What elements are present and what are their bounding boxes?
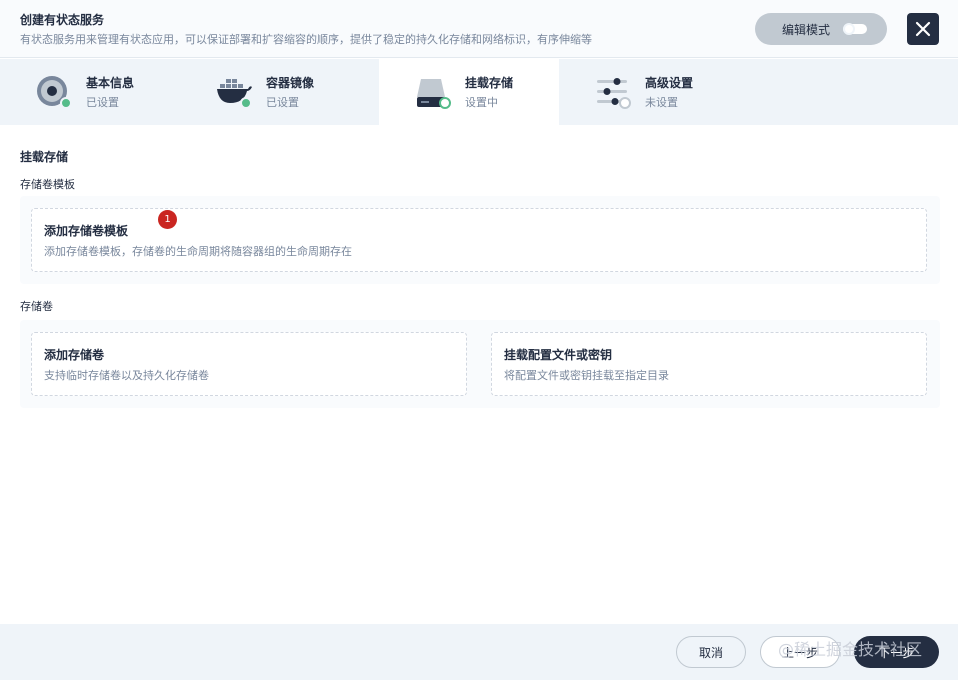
volume-templates-group: 添加存储卷模板 添加存储卷模板，存储卷的生命周期将随容器组的生命周期存在 [20,196,940,284]
edit-mode-button[interactable]: 编辑模式 [755,13,887,45]
step-tabs: 基本信息 已设置 容器镜像 已设置 挂载存储 设置中 高级设置 未设置 [0,59,958,125]
cancel-button[interactable]: 取消 [676,636,746,668]
step-name: 容器镜像 [266,76,315,90]
modal-footer: 取消 上一步 下一步 [0,624,958,680]
edit-mode-toggle[interactable] [843,23,867,35]
previous-step-button[interactable]: 上一步 [760,636,840,668]
close-button[interactable] [907,13,939,45]
step-name: 基本信息 [86,76,135,90]
docker-icon [216,75,252,111]
status-done-dot [240,97,252,109]
card-description: 将配置文件或密钥挂载至指定目录 [504,369,669,382]
next-step-button[interactable]: 下一步 [854,636,939,668]
card-title: 挂载配置文件或密钥 [504,348,613,362]
step-basic-info[interactable]: 基本信息 已设置 [0,59,180,125]
card-title: 添加存储卷 [44,348,105,362]
status-pending-dot [619,97,631,109]
step-status: 设置中 [465,96,498,109]
close-icon [915,21,931,37]
edit-mode-label: 编辑模式 [782,22,831,37]
storage-icon [415,75,451,111]
step-name: 高级设置 [645,76,694,90]
toggle-knob [843,23,855,35]
section-title: 挂载存储 [20,150,69,164]
step-mount-storage[interactable]: 挂载存储 设置中 [379,59,559,125]
volume-templates-label: 存储卷模板 [20,178,75,191]
settings-sliders-icon [595,75,631,111]
volumes-group: 添加存储卷 支持临时存储卷以及持久化存储卷 挂载配置文件或密钥 将配置文件或密钥… [20,320,940,408]
card-description: 添加存储卷模板，存储卷的生命周期将随容器组的生命周期存在 [44,245,352,258]
modal-description: 有状态服务用来管理有状态应用，可以保证部署和扩容缩容的顺序，提供了稳定的持久化存… [20,33,592,46]
notification-badge: 1 [158,210,177,229]
step-status: 未设置 [645,96,678,109]
card-description: 支持临时存储卷以及持久化存储卷 [44,369,209,382]
step-advanced-settings[interactable]: 高级设置 未设置 [559,59,739,125]
card-title: 添加存储卷模板 [44,224,129,238]
step-status: 已设置 [266,96,299,109]
step-status: 已设置 [86,96,119,109]
step-container-image[interactable]: 容器镜像 已设置 [180,59,360,125]
basic-info-icon [36,75,72,111]
add-volume-card[interactable]: 添加存储卷 支持临时存储卷以及持久化存储卷 [31,332,467,396]
volumes-label: 存储卷 [20,300,53,313]
status-in-progress-dot [439,97,451,109]
status-done-dot [60,97,72,109]
mount-config-secret-card[interactable]: 挂载配置文件或密钥 将配置文件或密钥挂载至指定目录 [491,332,927,396]
step-name: 挂载存储 [465,76,514,90]
modal-title: 创建有状态服务 [20,13,105,27]
modal-header: 创建有状态服务 有状态服务用来管理有状态应用，可以保证部署和扩容缩容的顺序，提供… [0,0,958,58]
